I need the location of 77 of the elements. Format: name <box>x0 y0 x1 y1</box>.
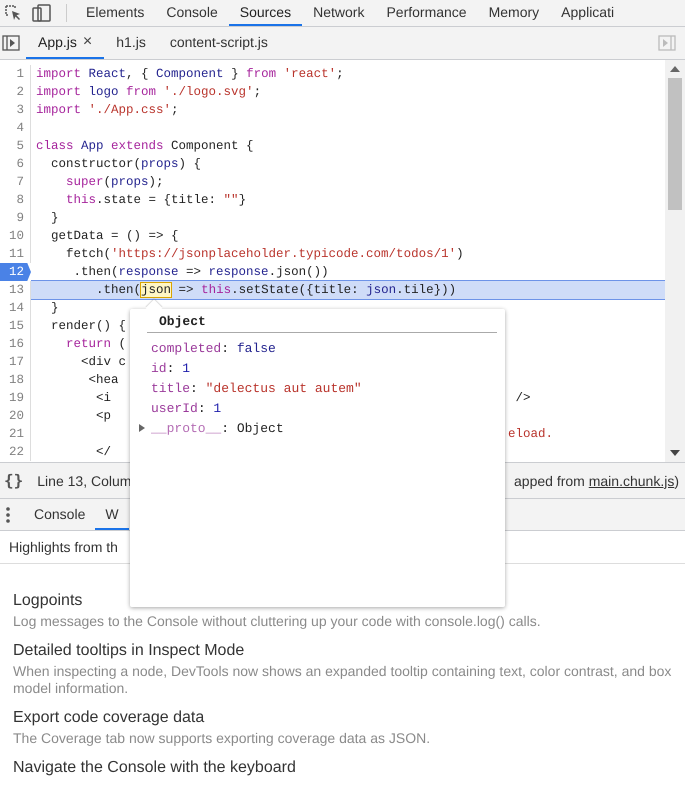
code-line: <i <box>95 390 112 407</box>
feature-title[interactable]: Detailed tooltips in Inspect Mode <box>13 640 672 662</box>
line-number[interactable]: 5 <box>0 137 31 155</box>
line-number[interactable]: 18 <box>0 371 31 389</box>
line-number[interactable]: 2 <box>0 83 31 101</box>
line-number[interactable]: 1 <box>0 65 31 83</box>
more-menu-icon[interactable] <box>6 506 10 522</box>
code-line: fetch('https://jsonplaceholder.typicode.com/todos/1') <box>65 246 464 263</box>
feature-description: When inspecting a node, DevTools now shows an expanded tooltip containing text, color contrast, and box model information. <box>13 663 672 697</box>
code-line: class App extends Component { <box>35 138 254 155</box>
line-number[interactable]: 19 <box>0 389 31 407</box>
line-number[interactable]: 20 <box>0 407 31 425</box>
code-line: import './App.css'; <box>35 102 179 119</box>
debugger-toggle-icon[interactable] <box>658 34 676 52</box>
line-number[interactable]: 3 <box>0 101 31 119</box>
code-line: constructor(props) { <box>50 156 202 173</box>
code-line: this.state = {title: ""} <box>65 192 246 209</box>
code-line: super(props); <box>65 174 164 191</box>
code-line: import logo from './logo.svg'; <box>35 84 262 101</box>
line-number[interactable]: 8 <box>0 191 31 209</box>
feature-title[interactable]: Navigate the Console with the keyboard <box>13 757 672 779</box>
line-number[interactable]: 10 <box>0 227 31 245</box>
panel-tab[interactable]: Elements <box>75 0 156 26</box>
close-button[interactable]: × <box>82 33 92 51</box>
panel-tab[interactable]: Memory <box>478 0 550 26</box>
line-number[interactable]: 21 <box>0 425 31 443</box>
code-line: /> <box>514 390 531 407</box>
navigator-toggle-icon[interactable] <box>2 34 20 52</box>
inspect-icon[interactable] <box>4 4 22 22</box>
scroll-up-icon[interactable] <box>670 66 680 72</box>
panel-tab[interactable]: Network <box>302 0 376 26</box>
panel-tab[interactable]: Applicati <box>550 0 626 26</box>
code-line: return ( <box>65 336 126 353</box>
feature-title[interactable]: Export code coverage data <box>13 707 672 729</box>
feature-description: The Coverage tab now supports exporting coverage data as JSON. <box>13 730 432 747</box>
line-number[interactable]: 4 <box>0 119 31 137</box>
panel-tab[interactable]: Console <box>155 0 229 26</box>
file-tab[interactable]: h1.js <box>104 27 158 59</box>
code-line: getData = () => { <box>50 228 179 245</box>
code-line: eload. <box>508 426 554 443</box>
panel-tab[interactable]: Performance <box>375 0 478 26</box>
code-line: <hea <box>88 372 119 389</box>
line-number[interactable]: 14 <box>0 299 31 317</box>
feature-description: Log messages to the Console without cluttering up your code with console.log() calls. <box>13 613 542 630</box>
expand-arrow-icon[interactable] <box>138 424 146 432</box>
line-number[interactable]: 17 <box>0 353 31 371</box>
source-map-info: apped from main.chunk.js) <box>514 472 679 488</box>
scrollbar-thumb[interactable] <box>668 78 682 210</box>
object-property: userId: 1 <box>151 400 222 416</box>
line-number[interactable]: 15 <box>0 317 31 335</box>
cursor-position: Line 13, Colum <box>37 472 132 488</box>
scroll-down-icon[interactable] <box>670 450 680 456</box>
breakpoint-marker[interactable]: 12 <box>0 263 31 281</box>
code-line: <p <box>95 408 112 425</box>
file-tab[interactable]: content-script.js <box>158 27 280 59</box>
object-property: __proto__: Object <box>151 420 284 436</box>
pretty-print-button[interactable]: {} <box>2 471 26 490</box>
object-property: id: 1 <box>151 360 190 376</box>
popover-title: Object <box>147 314 497 333</box>
scrollbar[interactable] <box>665 60 685 462</box>
code-line: } <box>50 210 59 227</box>
code-line: import React, { Component } from 'react'; <box>35 66 344 83</box>
code-line: </ <box>95 444 112 461</box>
source-link[interactable]: main.chunk.js <box>588 472 674 488</box>
line-number[interactable]: 7 <box>0 173 31 191</box>
code-line: <div c <box>80 354 126 371</box>
object-property: title: "delectus aut autem" <box>151 380 362 396</box>
drawer-tab[interactable]: Console <box>24 499 96 530</box>
code-line: } <box>50 300 59 317</box>
line-number[interactable]: 9 <box>0 209 31 227</box>
device-icon[interactable] <box>32 4 52 22</box>
line-number[interactable]: 16 <box>0 335 31 353</box>
code-line: render() { <box>50 318 126 335</box>
line-number[interactable]: 6 <box>0 155 31 173</box>
code-line: .then(response => response.json()) <box>72 264 329 281</box>
line-number[interactable]: 22 <box>0 443 31 461</box>
object-property: completed: false <box>151 340 276 356</box>
